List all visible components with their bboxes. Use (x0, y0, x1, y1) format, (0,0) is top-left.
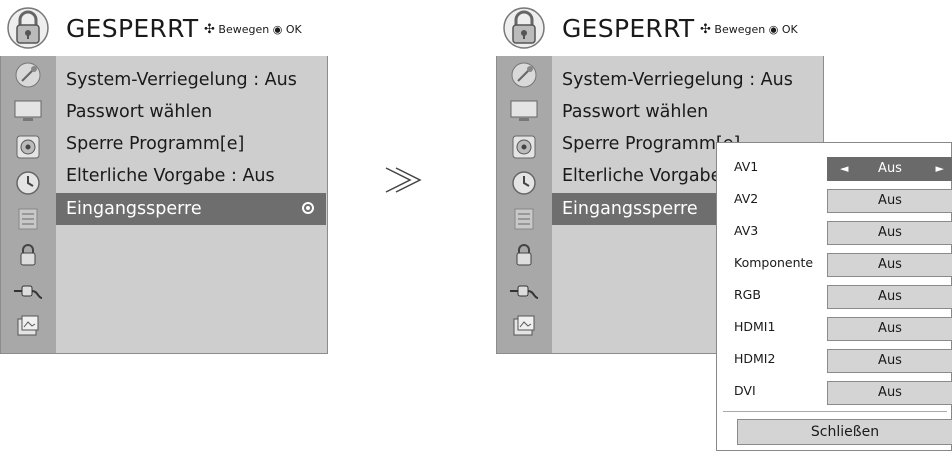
system-lock-item[interactable]: System-Verriegelung : Aus (552, 64, 822, 96)
tv-screen-icon[interactable] (505, 96, 543, 126)
input-row-av3: AV3 Aus (717, 218, 952, 248)
input-block-popup: AV1 ◄ Aus ► AV2 Aus AV3 Aus Komponente A… (716, 142, 952, 451)
set-password-item[interactable]: Passwort wählen (552, 96, 822, 128)
input-row-hdmi1: HDMI1 Aus (717, 314, 952, 344)
hint-ok-label: OK (781, 23, 798, 36)
category-sidebar (0, 56, 56, 354)
input-label: DVI (734, 383, 756, 398)
input-label: RGB (734, 287, 761, 302)
photo-icon[interactable] (9, 312, 47, 342)
move-arrows-icon: ✣ (700, 22, 711, 37)
set-password-item[interactable]: Passwort wählen (56, 96, 326, 128)
input-row-komponente: Komponente Aus (717, 250, 952, 280)
input-label: AV3 (734, 223, 759, 238)
input-label: HDMI2 (734, 351, 776, 366)
next-step-arrow-icon (385, 167, 422, 193)
lock-icon (503, 7, 545, 49)
input-value-selector[interactable]: Aus (827, 349, 952, 373)
menu-panel: System-Verriegelung : Aus Passwort wähle… (56, 56, 328, 354)
photo-icon[interactable] (505, 312, 543, 342)
category-sidebar (496, 56, 552, 354)
input-value-selector[interactable]: Aus (827, 317, 952, 341)
page-title: GESPERRT (562, 14, 695, 43)
input-row-hdmi2: HDMI2 Aus (717, 346, 952, 376)
lock-icon (7, 7, 49, 49)
options-icon[interactable] (505, 204, 543, 234)
lock-menu-left: GESPERRT ✣ Bewegen ◉ OK System-Verriegel… (0, 0, 328, 354)
ok-icon: ◉ (768, 23, 779, 36)
satellite-dish-icon[interactable] (505, 60, 543, 90)
move-arrows-icon: ✣ (204, 22, 215, 37)
clock-icon[interactable] (505, 168, 543, 198)
divider (723, 411, 947, 412)
speaker-icon[interactable] (505, 132, 543, 162)
hint-move-label: Bewegen (714, 23, 766, 36)
parental-guidance-item[interactable]: Elterliche Vorgabe : Aus (56, 160, 326, 192)
hint-move-label: Bewegen (218, 23, 270, 36)
input-label: AV2 (734, 191, 759, 206)
input-value-selector[interactable]: Aus (827, 189, 952, 213)
hint-ok-label: OK (285, 23, 302, 36)
nav-hint: ✣ Bewegen ◉ OK (204, 22, 302, 37)
tv-screen-icon[interactable] (9, 96, 47, 126)
input-row-dvi: DVI Aus (717, 378, 952, 408)
input-row-av2: AV2 Aus (717, 186, 952, 216)
options-icon[interactable] (9, 204, 47, 234)
ok-button-icon (302, 202, 314, 214)
input-plug-icon[interactable] (9, 276, 47, 306)
input-value-selector[interactable]: ◄ Aus ► (827, 157, 952, 181)
input-row-rgb: RGB Aus (717, 282, 952, 312)
nav-hint: ✣ Bewegen ◉ OK (700, 22, 798, 37)
right-arrow-icon[interactable]: ► (936, 158, 944, 180)
input-value-selector[interactable]: Aus (827, 253, 952, 277)
input-value-selector[interactable]: Aus (827, 221, 952, 245)
menu-header: GESPERRT ✣ Bewegen ◉ OK (0, 0, 328, 56)
lock-icon[interactable] (9, 240, 47, 270)
input-row-av1: AV1 ◄ Aus ► (717, 154, 952, 184)
input-plug-icon[interactable] (505, 276, 543, 306)
close-button[interactable]: Schließen (737, 419, 952, 445)
input-block-item[interactable]: Eingangssperre (56, 193, 326, 225)
input-label: HDMI1 (734, 319, 776, 334)
page-title: GESPERRT (66, 14, 199, 43)
input-block-label: Eingangssperre (66, 199, 202, 219)
system-lock-item[interactable]: System-Verriegelung : Aus (56, 64, 326, 96)
satellite-dish-icon[interactable] (9, 60, 47, 90)
input-value: Aus (878, 161, 902, 176)
input-value-selector[interactable]: Aus (827, 381, 952, 405)
lock-icon[interactable] (505, 240, 543, 270)
menu-header: GESPERRT ✣ Bewegen ◉ OK (496, 0, 824, 56)
ok-icon: ◉ (272, 23, 283, 36)
input-label: AV1 (734, 159, 759, 174)
input-value-selector[interactable]: Aus (827, 285, 952, 309)
speaker-icon[interactable] (9, 132, 47, 162)
input-label: Komponente (734, 255, 814, 270)
block-program-item[interactable]: Sperre Programm[e] (56, 128, 326, 160)
clock-icon[interactable] (9, 168, 47, 198)
left-arrow-icon[interactable]: ◄ (840, 158, 848, 180)
